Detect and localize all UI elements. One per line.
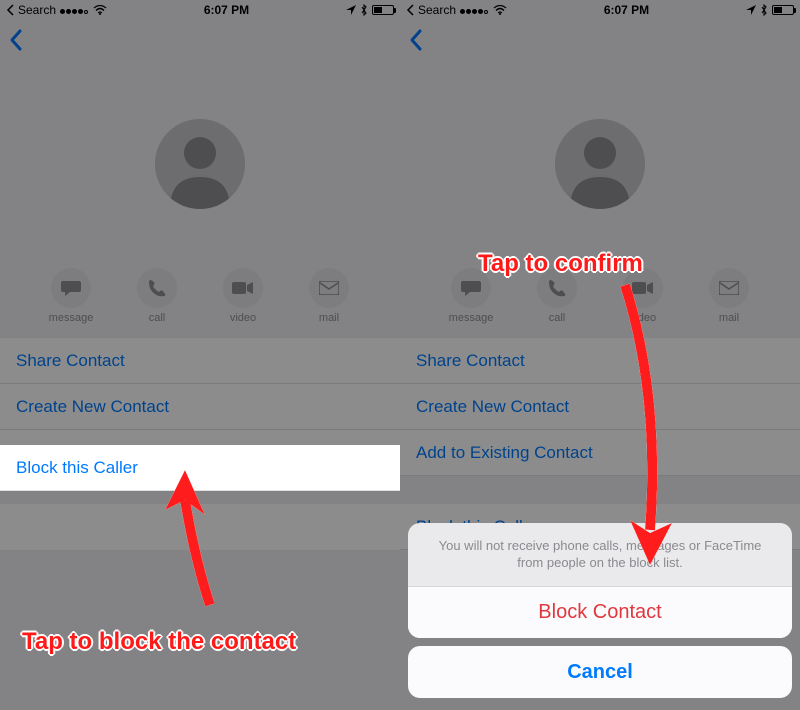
status-bar: Search 6:07 PM	[0, 0, 400, 20]
mail-icon	[319, 281, 339, 295]
status-bar: Search 6:07 PM	[400, 0, 800, 20]
list-gap	[400, 476, 800, 504]
action-mail[interactable]: mail	[697, 268, 761, 324]
action-sheet: You will not receive phone calls, messag…	[408, 523, 792, 698]
action-message-label: message	[49, 312, 94, 324]
back-to-search[interactable]: Search	[6, 3, 56, 17]
annotation-caption-right: Tap to confirm	[478, 250, 643, 278]
contact-hero	[400, 64, 800, 264]
row-add-existing[interactable]: Add to Existing Contact	[400, 430, 800, 476]
phone-icon	[548, 279, 566, 297]
row-share-contact[interactable]: Share Contact	[400, 338, 800, 384]
action-mail-label: mail	[319, 312, 339, 324]
signal-dots-icon	[460, 3, 489, 17]
cancel-label: Cancel	[567, 661, 633, 684]
message-icon	[461, 279, 481, 297]
battery-icon	[772, 5, 794, 15]
signal-dots-icon	[60, 3, 89, 17]
row-add-existing-label: Add to Existing Contact	[416, 443, 593, 463]
back-to-search[interactable]: Search	[406, 3, 456, 17]
row-block-label: Block this Caller	[16, 458, 138, 478]
row-create-label: Create New Contact	[416, 397, 569, 417]
action-video-label: video	[230, 312, 256, 324]
wifi-icon	[93, 5, 107, 15]
contact-hero	[0, 64, 400, 264]
action-sheet-group: You will not receive phone calls, messag…	[408, 523, 792, 638]
annotation-caption-left: Tap to block the contact	[22, 628, 322, 656]
video-icon	[232, 281, 254, 295]
mail-icon	[719, 281, 739, 295]
back-search-label: Search	[418, 3, 456, 17]
screenshot-right: Search 6:07 PM message	[400, 0, 800, 710]
options-list: Share Contact Create New Contact Add to …	[400, 338, 800, 550]
phone-icon	[148, 279, 166, 297]
location-icon	[346, 5, 356, 15]
status-time: 6:07 PM	[604, 3, 649, 17]
block-contact-button[interactable]: Block Contact	[408, 586, 792, 638]
action-call-label: call	[549, 312, 566, 324]
action-video[interactable]: video	[211, 268, 275, 324]
annotation-arrow-left	[150, 460, 240, 610]
message-icon	[61, 279, 81, 297]
action-message[interactable]: message	[39, 268, 103, 324]
row-create-contact[interactable]: Create New Contact	[0, 384, 400, 430]
row-create-contact[interactable]: Create New Contact	[400, 384, 800, 430]
battery-icon	[372, 5, 394, 15]
location-icon	[746, 5, 756, 15]
back-search-label: Search	[18, 3, 56, 17]
back-chevron-icon[interactable]	[408, 28, 424, 57]
action-sheet-message: You will not receive phone calls, messag…	[408, 523, 792, 586]
nav-bar	[0, 20, 400, 64]
row-share-label: Share Contact	[416, 351, 525, 371]
screenshot-left: Search 6:07 PM message	[0, 0, 400, 710]
block-contact-label: Block Contact	[538, 601, 661, 624]
cancel-button[interactable]: Cancel	[408, 646, 792, 698]
avatar	[155, 119, 245, 209]
action-message-label: message	[449, 312, 494, 324]
bluetooth-icon	[760, 4, 768, 16]
bluetooth-icon	[360, 4, 368, 16]
row-share-contact[interactable]: Share Contact	[0, 338, 400, 384]
action-mail-label: mail	[719, 312, 739, 324]
action-mail[interactable]: mail	[297, 268, 361, 324]
back-chevron-icon[interactable]	[8, 28, 24, 57]
row-create-label: Create New Contact	[16, 397, 169, 417]
annotation-arrow-right	[605, 275, 695, 575]
avatar	[555, 119, 645, 209]
row-share-label: Share Contact	[16, 351, 125, 371]
action-call[interactable]: call	[125, 268, 189, 324]
wifi-icon	[493, 5, 507, 15]
status-time: 6:07 PM	[204, 3, 249, 17]
nav-bar	[400, 20, 800, 64]
action-buttons-row: message call video mail	[0, 264, 400, 338]
action-call-label: call	[149, 312, 166, 324]
